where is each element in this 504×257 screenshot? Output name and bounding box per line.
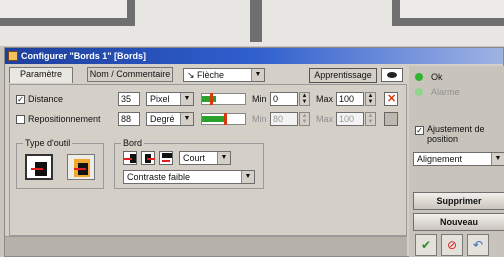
- repositionnement-min-spinner[interactable]: ▲ ▼: [299, 112, 310, 126]
- distance-max-input[interactable]: 100: [336, 92, 364, 106]
- repositionnement-value[interactable]: 88: [118, 112, 140, 126]
- edge-direction-left-button[interactable]: [123, 151, 137, 165]
- ajustement-label-line1: Ajustement de: [427, 124, 485, 134]
- edge-length-value: Court: [183, 153, 206, 163]
- bord-group: Bord Court ▼ Contraste faible ▼: [114, 138, 264, 189]
- repositionnement-checkbox[interactable]: [16, 115, 25, 124]
- ajustement-checkbox[interactable]: ✓: [415, 126, 424, 135]
- undo-icon: ↶: [472, 238, 484, 252]
- eye-icon: [387, 72, 397, 78]
- type-outil-title: Type d'outil: [23, 138, 73, 148]
- edge-tool-line: [31, 168, 43, 170]
- edge-right-line: [147, 158, 155, 160]
- edge-direction-right-button[interactable]: [141, 151, 155, 165]
- distance-slider[interactable]: [201, 93, 246, 105]
- slider-marker: [224, 113, 227, 125]
- tool-edge-alt-button[interactable]: [67, 154, 95, 180]
- distance-label: Distance: [28, 94, 64, 104]
- alignement-dropdown[interactable]: Alignement ▼: [413, 152, 504, 166]
- edge-both-icon: [162, 153, 172, 158]
- distance-max-label: Max: [316, 94, 334, 104]
- eye-view-button[interactable]: [381, 68, 403, 82]
- edge-length-dropdown[interactable]: Court ▼: [179, 151, 231, 165]
- configure-dialog: Configurer "Bords 1" [Bords] Paramètre N…: [4, 47, 504, 257]
- repositionnement-max-input[interactable]: 100: [336, 112, 364, 126]
- edge-both-line: [162, 160, 170, 162]
- red-x-icon: ✕: [387, 93, 397, 105]
- background-frame-mid: [250, 0, 262, 42]
- tool-edge-button[interactable]: [25, 154, 53, 180]
- repositionnement-unit-value: Degré: [150, 114, 175, 124]
- slider-fill: [202, 96, 216, 102]
- distance-max-spinner[interactable]: ▲ ▼: [365, 92, 376, 106]
- repositionnement-unit-dropdown[interactable]: Degré ▼: [146, 112, 194, 126]
- edge-both-button[interactable]: [159, 151, 173, 165]
- tab-nom-commentaire[interactable]: Nom / Commentaire: [87, 67, 173, 82]
- alarme-status-label: Alarme: [431, 87, 460, 97]
- repositionnement-slider[interactable]: [201, 113, 246, 125]
- repositionnement-min-label: Min: [252, 114, 267, 124]
- apprentissage-button[interactable]: Apprentissage: [309, 68, 377, 83]
- distance-min-input[interactable]: 0: [270, 92, 298, 106]
- tab-parametre[interactable]: Paramètre: [9, 67, 73, 83]
- chevron-down-icon: ▼: [180, 93, 193, 105]
- repositionnement-label: Repositionnement: [28, 114, 101, 124]
- background-frame-right: [392, 0, 504, 26]
- shape-dropdown[interactable]: ↘ Flèche ▼: [183, 68, 265, 82]
- distance-checkbox[interactable]: ✓: [16, 95, 25, 104]
- ok-status-label: Ok: [431, 72, 443, 82]
- cancel-button[interactable]: ⊘: [441, 234, 463, 256]
- status-bar: [5, 236, 407, 256]
- distance-reset-button[interactable]: ✕: [384, 92, 398, 106]
- right-panel: Ok Alarme ✓ Ajustement de position Align…: [409, 66, 504, 257]
- alignement-value: Alignement: [417, 154, 463, 164]
- contrast-dropdown[interactable]: Contraste faible ▼: [123, 170, 255, 184]
- app-icon: [8, 51, 18, 61]
- bord-title: Bord: [121, 138, 145, 148]
- nouveau-button[interactable]: Nouveau: [413, 213, 504, 231]
- distance-min-spinner[interactable]: ▲ ▼: [299, 92, 310, 106]
- repositionnement-max-label: Max: [316, 114, 334, 124]
- distance-min-label: Min: [252, 94, 267, 104]
- edge-left-line: [124, 158, 132, 160]
- chevron-down-icon: ▼: [180, 113, 193, 125]
- repositionnement-reset-button[interactable]: [384, 112, 398, 126]
- chevron-down-icon: ▼: [251, 69, 264, 81]
- ajustement-label-line2: position: [427, 134, 459, 144]
- background-frame-left: [0, 0, 135, 26]
- chevron-down-icon: ▼: [217, 152, 230, 164]
- slider-fill: [202, 116, 226, 122]
- chevron-down-icon: ▼: [491, 153, 504, 165]
- distance-unit-value: Pixel: [150, 94, 170, 104]
- contrast-value: Contraste faible: [127, 172, 191, 182]
- arrow-shape-icon: ↘: [187, 70, 198, 80]
- repositionnement-max-spinner[interactable]: ▲ ▼: [365, 112, 376, 126]
- title-bar: Configurer "Bords 1" [Bords]: [5, 48, 503, 64]
- repositionnement-min-input[interactable]: 80: [270, 112, 298, 126]
- supprimer-button[interactable]: Supprimer: [413, 192, 504, 210]
- checkmark-icon: ✔: [420, 238, 432, 252]
- confirm-button[interactable]: ✔: [415, 234, 437, 256]
- window-title: Configurer "Bords 1" [Bords]: [21, 51, 147, 61]
- distance-value[interactable]: 35: [118, 92, 140, 106]
- parameters-panel: ✓ Distance 35 Pixel ▼ Min 0 ▲ ▼ Max 100 ▲…: [9, 84, 407, 236]
- type-outil-group: Type d'outil: [16, 138, 104, 189]
- alarme-status-dot: [415, 88, 423, 96]
- shape-dropdown-value: Flèche: [197, 70, 225, 80]
- ok-status-dot: [415, 73, 423, 81]
- distance-unit-dropdown[interactable]: Pixel ▼: [146, 92, 194, 106]
- edge-alt-line: [74, 168, 86, 170]
- chevron-down-icon: ▼: [241, 171, 254, 183]
- undo-button[interactable]: ↶: [467, 234, 489, 256]
- prohibited-icon: ⊘: [446, 238, 458, 252]
- slider-marker: [210, 93, 213, 105]
